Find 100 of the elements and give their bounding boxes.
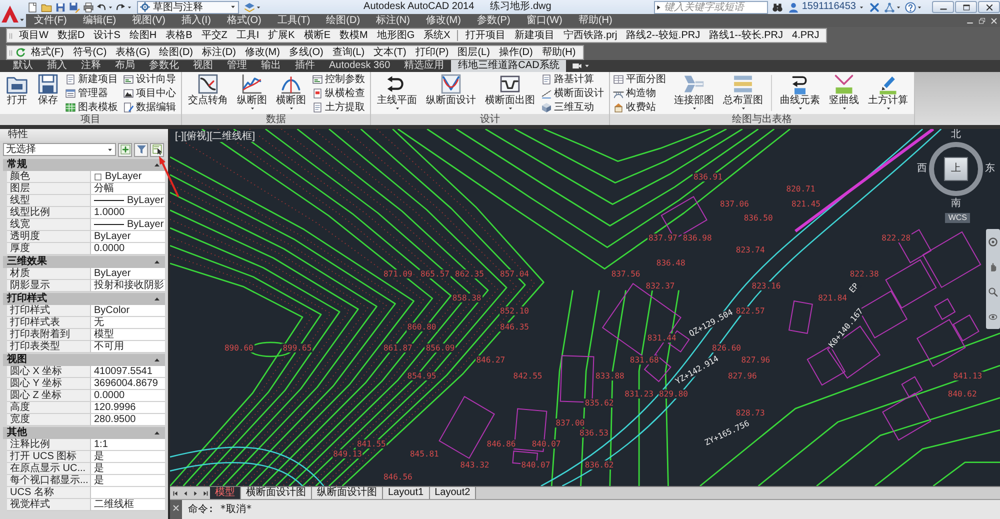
ribbon-tab[interactable]: 精选应用 bbox=[397, 60, 452, 72]
toolbar-menu-item[interactable]: 表格B bbox=[162, 29, 196, 42]
ribbon-button[interactable]: 控制参数 bbox=[312, 72, 367, 86]
ribbon-tab[interactable]: 插件 bbox=[288, 60, 322, 72]
toolbar-menu-item[interactable]: 符号(C) bbox=[68, 46, 111, 59]
workspace-dropdown[interactable]: 草图与注释 bbox=[137, 0, 239, 14]
sign-in-button[interactable]: 1591116453 bbox=[788, 1, 864, 13]
property-field[interactable]: 410097.5541 bbox=[91, 366, 165, 378]
toolbar-menu-item[interactable]: 项目W bbox=[15, 29, 52, 42]
property-field[interactable]: 二维线框 bbox=[91, 499, 165, 511]
ribbon-button[interactable]: 总布置图 bbox=[720, 72, 766, 114]
undo-button[interactable] bbox=[96, 1, 113, 13]
ribbon-button[interactable]: 构造物 bbox=[613, 86, 668, 100]
project-item[interactable]: 宁西铁路.prj bbox=[559, 29, 622, 42]
section-header[interactable]: 三维效果 bbox=[3, 256, 165, 268]
ribbon-button[interactable]: 横断图 bbox=[273, 72, 309, 114]
ribbon-button[interactable]: 纵断面设计 bbox=[423, 72, 479, 114]
menu-item[interactable]: 视图(V) bbox=[124, 14, 174, 27]
layers-button[interactable] bbox=[244, 1, 261, 13]
ribbon-button[interactable]: 土方计算 bbox=[865, 72, 911, 114]
exchange-button[interactable] bbox=[868, 1, 880, 13]
ribbon-button[interactable]: 路基计算 bbox=[541, 72, 606, 86]
ribbon-tab[interactable]: 输出 bbox=[254, 60, 288, 72]
property-field[interactable]: 是 bbox=[91, 475, 165, 487]
menu-item[interactable]: 参数(P) bbox=[468, 14, 518, 27]
toolbar-menu-item[interactable]: 横断E bbox=[300, 29, 334, 42]
compass-label[interactable]: 北 bbox=[951, 129, 961, 140]
property-field[interactable]: 无 bbox=[91, 317, 165, 329]
section-header[interactable]: 常规 bbox=[3, 159, 165, 171]
save-button[interactable] bbox=[54, 1, 66, 13]
toolbar-menu-item[interactable]: 扩展K bbox=[264, 29, 299, 42]
project-item[interactable]: 路线2--较短.PRJ bbox=[622, 29, 704, 42]
ribbon-tab[interactable]: Autodesk 360 bbox=[322, 60, 398, 72]
ribbon-tab[interactable]: 注释 bbox=[74, 60, 108, 72]
ribbon-button[interactable]: 设计向导 bbox=[123, 72, 178, 86]
layout-tab[interactable]: 横断面设计图 bbox=[241, 487, 312, 499]
property-field[interactable]: ByLayer bbox=[91, 195, 165, 207]
ribbon-button[interactable]: 纵断图 bbox=[234, 72, 270, 114]
selection-dropdown[interactable]: 无选择 bbox=[3, 143, 116, 156]
toolbar-menu-item[interactable]: 文本(T) bbox=[370, 46, 410, 59]
toolbar-menu-item[interactable]: 标注(D) bbox=[198, 46, 240, 59]
ribbon-button[interactable]: 保存 bbox=[34, 72, 62, 114]
menu-item[interactable]: 绘图(D) bbox=[318, 14, 368, 27]
menu-item[interactable]: 插入(I) bbox=[173, 14, 219, 27]
ribbon-button[interactable]: 打开 bbox=[3, 72, 31, 114]
ribbon-button[interactable]: 横断面出图 bbox=[482, 72, 538, 114]
ribbon-button[interactable]: 管理器 bbox=[65, 86, 120, 100]
property-field[interactable]: ByLayer bbox=[91, 231, 165, 243]
viewport-controls[interactable]: [-][俯视][二维线框] bbox=[173, 131, 257, 142]
compass-label[interactable]: 南 bbox=[951, 198, 961, 209]
new-button[interactable] bbox=[26, 1, 38, 13]
ribbon-button[interactable]: 主线平面 bbox=[374, 72, 420, 114]
maximize-button[interactable] bbox=[955, 1, 977, 13]
property-field[interactable]: 是 bbox=[91, 463, 165, 475]
property-field[interactable]: ByLayer bbox=[91, 171, 165, 183]
steering-wheel-button[interactable] bbox=[987, 236, 999, 248]
print-button[interactable] bbox=[82, 1, 94, 13]
project-item[interactable]: 4.PRJ bbox=[788, 29, 824, 42]
ribbon-button[interactable]: 横断面设计 bbox=[541, 86, 606, 100]
property-field[interactable]: 是 bbox=[91, 451, 165, 463]
ribbon-tab[interactable]: 管理 bbox=[220, 60, 254, 72]
layout-tab[interactable]: Layout2 bbox=[430, 487, 476, 499]
project-item[interactable]: 路线1--较长.PRJ bbox=[705, 29, 788, 42]
property-field[interactable]: 分幅 bbox=[91, 183, 165, 195]
property-field[interactable] bbox=[91, 487, 165, 499]
property-field[interactable]: 1.0000 bbox=[91, 207, 165, 219]
toolbar-menu-item[interactable]: 数模M bbox=[336, 29, 372, 42]
property-field[interactable]: 280.9500 bbox=[91, 414, 165, 426]
toolbar-menu-item[interactable]: 打印(P) bbox=[411, 46, 453, 59]
ribbon-tab[interactable]: 布局 bbox=[108, 60, 142, 72]
toolbar-menu-item[interactable]: 表格(G) bbox=[112, 46, 154, 59]
menu-item[interactable]: 工具(T) bbox=[269, 14, 318, 27]
ribbon-button[interactable]: 交点转角 bbox=[185, 72, 231, 114]
ribbon-tab[interactable]: 参数化 bbox=[142, 60, 186, 72]
help-button[interactable] bbox=[905, 1, 922, 13]
ribbon-button[interactable]: 土方提取 bbox=[312, 100, 367, 114]
section-header[interactable]: 视图 bbox=[3, 354, 165, 366]
ribbon-button[interactable]: 纵横检查 bbox=[312, 86, 367, 100]
toolbar-menu-item[interactable]: 地形图G bbox=[372, 29, 419, 42]
menu-item[interactable]: 标注(N) bbox=[368, 14, 418, 27]
ribbon-button[interactable]: 图表模板 bbox=[65, 100, 120, 114]
ribbon-tab[interactable]: 插入 bbox=[40, 60, 74, 72]
compass-label[interactable]: 西 bbox=[917, 163, 927, 174]
menu-item[interactable]: 文件(F) bbox=[26, 14, 75, 27]
property-field[interactable]: ByLayer bbox=[91, 268, 165, 280]
property-field[interactable]: 1:1 bbox=[91, 439, 165, 451]
menu-item[interactable]: 帮助(H) bbox=[570, 14, 620, 27]
toolbar-menu-item[interactable]: 查询(L) bbox=[328, 46, 369, 59]
ribbon-button[interactable]: 连接部图 bbox=[671, 72, 717, 114]
property-field[interactable]: 投射和接收阴影 bbox=[91, 280, 165, 292]
property-field[interactable]: ByColor bbox=[91, 305, 165, 317]
property-field[interactable]: 0.0000 bbox=[91, 243, 165, 255]
toolbar-menu-item[interactable]: 平交Z bbox=[197, 29, 232, 42]
toolbar-menu-item[interactable]: 操作(D) bbox=[494, 46, 537, 59]
ribbon-button[interactable]: 曲线元素 bbox=[777, 72, 823, 114]
close-button[interactable] bbox=[978, 1, 1000, 13]
toolbar-menu-item[interactable]: 数据D bbox=[53, 29, 89, 42]
ucs-menu-button[interactable]: WCS bbox=[945, 213, 970, 223]
ribbon-tab[interactable]: 纬地三维道路CAD系统 bbox=[451, 60, 566, 72]
save-as-button[interactable] bbox=[68, 1, 80, 13]
